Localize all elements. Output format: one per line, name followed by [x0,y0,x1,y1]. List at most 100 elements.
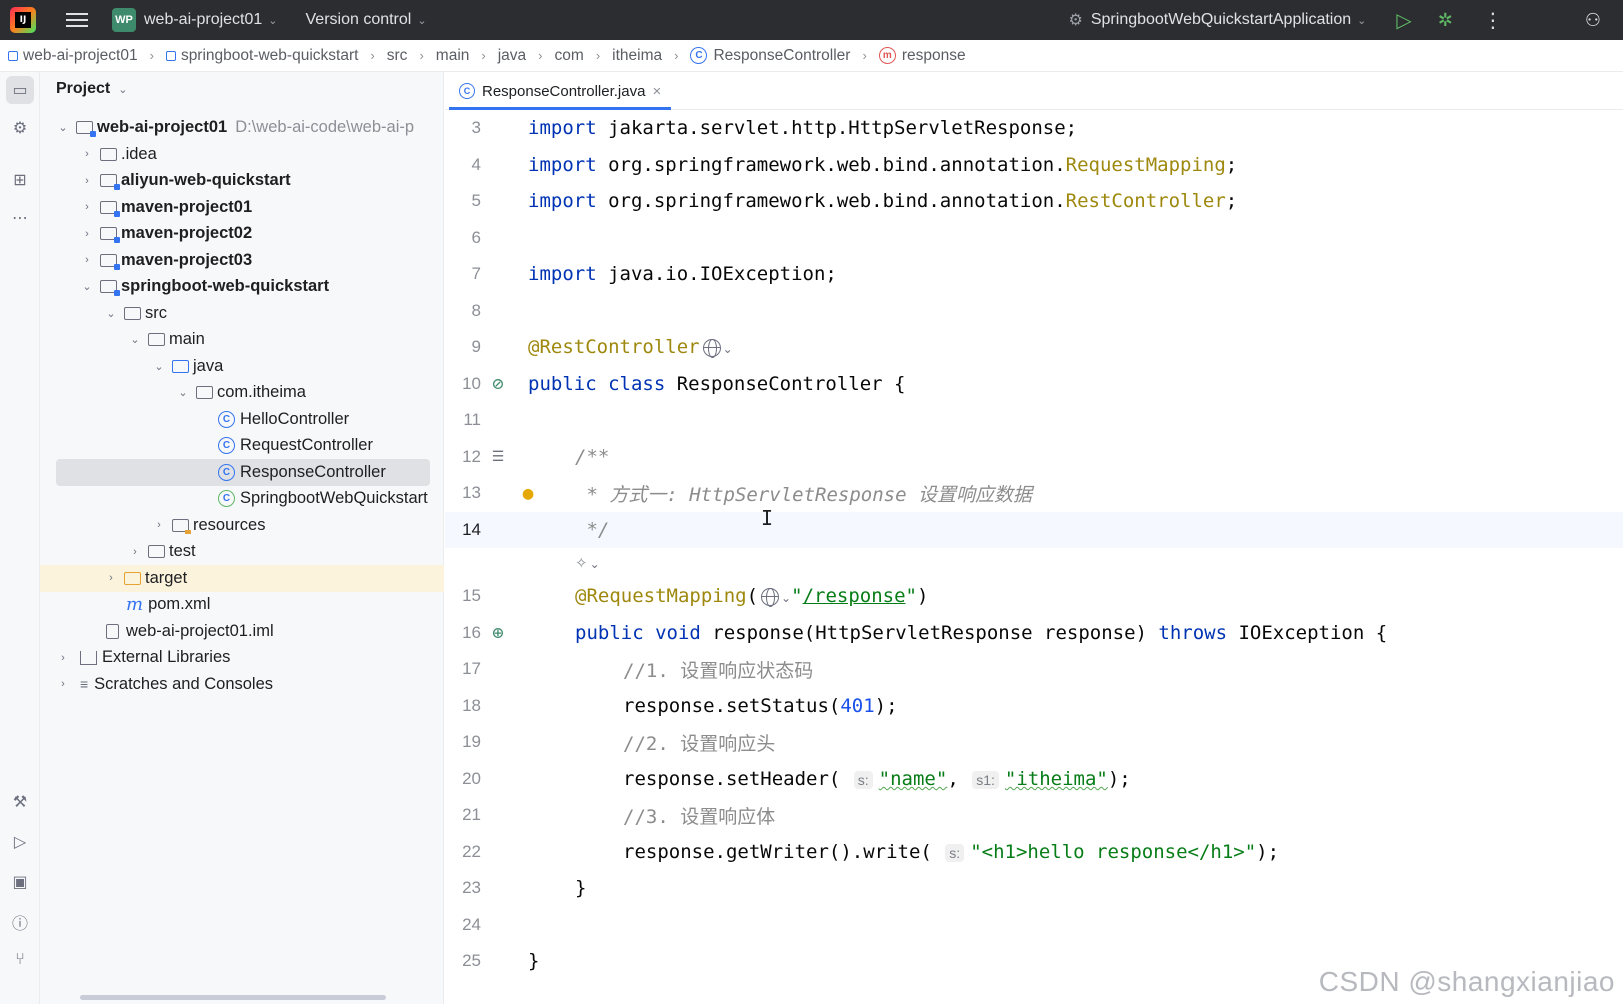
folder-icon[interactable]: ▭ [6,76,34,104]
chevron-right-icon[interactable]: › [56,652,70,664]
more-actions-icon[interactable]: ⋮ [1483,8,1503,33]
breadcrumb-item[interactable]: springboot-web-quickstart [181,47,358,65]
code-text[interactable]: response.setStatus(401); [623,695,898,717]
intellij-logo-icon[interactable]: IJ [10,7,36,33]
tree-item[interactable]: › .idea [40,141,444,168]
code-text[interactable]: response.setHeader( s: "name", s1: "itheim… [623,768,1131,790]
build-icon[interactable]: ⚒ [8,790,32,814]
code-lens-line[interactable]: ✧ ⌄ [445,548,1623,578]
code-line[interactable]: 6 [445,220,1623,257]
chevron-down-icon[interactable]: ⌄ [56,121,70,134]
code-text[interactable]: @RestController ⌄ [528,336,733,358]
code-line[interactable]: 5 import org.springframework.web.bind.an… [445,183,1623,220]
code-line[interactable]: 24 [445,907,1623,944]
settings-icon[interactable]: ⚙ [8,116,32,140]
code-text[interactable]: import java.io.IOException; [528,263,837,285]
close-icon[interactable]: × [652,83,661,100]
tree-item[interactable]: › target [40,564,444,592]
editor-tab-active[interactable]: C ResponseController.java × [449,72,671,110]
code-line[interactable]: 18 response.setStatus(401); [445,688,1623,725]
code-line[interactable]: 3 import jakarta.servlet.http.HttpServle… [445,110,1623,147]
breadcrumb-item[interactable]: response [902,47,966,65]
tree-item[interactable]: › maven-project01 [40,194,444,221]
code-line[interactable]: 7 import java.io.IOException; [445,256,1623,293]
chevron-right-icon[interactable]: › [56,678,70,690]
debug-icon[interactable]: ✲ [1438,10,1453,31]
code-line[interactable]: 22 response.getWriter().write( s: "<h1>he… [445,834,1623,871]
code-text[interactable]: response.getWriter().write( s: "<h1>hello… [623,841,1279,863]
code-line[interactable]: 8 [445,293,1623,330]
code-line[interactable]: 13 ● * 方式一: HttpServletResponse 设置响应数据 [445,475,1623,512]
code-text[interactable]: import org.springframework.web.bind.anno… [528,190,1237,212]
tree-item[interactable]: C SpringbootWebQuickstart [40,485,444,512]
code-line[interactable]: 4 import org.springframework.web.bind.an… [445,147,1623,184]
main-menu-icon[interactable] [66,13,88,27]
chevron-right-icon[interactable]: › [128,546,142,558]
endpoint-link[interactable]: /response [803,585,906,607]
ai-action-icon[interactable]: ✧ ⌄ [575,554,600,572]
code-line[interactable]: 20 response.setHeader( s: "name", s1: "ith… [445,761,1623,798]
web-endpoint-icon[interactable] [702,338,721,358]
chevron-right-icon[interactable]: › [80,201,94,213]
chevron-down-icon[interactable]: ⌄ [268,14,277,27]
render-doc-icon[interactable]: ☰ [487,446,509,468]
tree-item[interactable]: › resources [40,512,444,539]
tree-item[interactable]: › ≡ Scratches and Consoles [40,671,444,698]
web-endpoint-gutter-icon[interactable]: ⊕ [487,622,509,644]
code-text[interactable]: } [575,877,586,899]
add-user-icon[interactable]: ⚇ [1585,10,1601,31]
code-text[interactable]: } [528,950,539,972]
code-area[interactable]: 3 import jakarta.servlet.http.HttpServle… [445,110,1623,1004]
lightbulb-icon[interactable]: ● [517,482,539,504]
code-line[interactable]: 11 [445,402,1623,439]
problems-icon[interactable]: ⓘ [8,910,32,934]
tree-item[interactable]: ⌄ springboot-web-quickstart [40,273,444,300]
code-line[interactable]: 12 ☰ /** [445,439,1623,476]
chevron-down-icon[interactable]: ⌄ [80,280,94,293]
code-text[interactable]: * 方式一: HttpServletResponse 设置响应数据 [575,480,1032,507]
code-text[interactable]: //2. 设置响应头 [623,729,775,756]
chevron-down-icon[interactable]: ⌄ [118,83,127,96]
chevron-down-icon[interactable]: ⌄ [128,333,142,346]
code-text[interactable]: import org.springframework.web.bind.anno… [528,154,1237,176]
breadcrumb-item[interactable]: java [498,47,526,65]
run-configuration-selector[interactable]: SpringbootWebQuickstartApplication [1091,11,1351,29]
chevron-right-icon[interactable]: › [152,519,166,531]
services-icon[interactable]: ▷ [8,830,32,854]
tree-item[interactable]: ⌄ web-ai-project01 D:\web-ai-code\web-ai… [40,114,444,141]
tree-item[interactable]: web-ai-project01.iml [40,618,444,645]
code-line-current[interactable]: 14 */ [445,511,1623,548]
tree-item[interactable]: ⌄ src [40,300,444,327]
breadcrumb-item[interactable]: com [555,47,584,65]
tree-item[interactable]: › External Libraries [40,644,444,671]
tree-item[interactable]: ⌄ com.itheima [40,379,444,406]
code-line[interactable]: 21 //3. 设置响应体 [445,797,1623,834]
chevron-down-icon[interactable]: ⌄ [104,307,118,320]
code-text[interactable]: public void response(HttpServletResponse… [575,622,1387,644]
project-switcher[interactable]: web-ai-project01 [144,11,262,29]
structure-icon[interactable]: ⊞ [8,168,32,192]
tree-item[interactable]: › aliyun-web-quickstart [40,167,444,194]
code-text[interactable]: //3. 设置响应体 [623,802,775,829]
code-line[interactable]: 16 ⊕ public void response(HttpServletRes… [445,615,1623,652]
web-endpoint-icon[interactable] [761,587,780,607]
chevron-right-icon[interactable]: › [80,254,94,266]
tree-item[interactable]: › maven-project03 [40,247,444,274]
project-badge[interactable]: WP [112,8,136,32]
code-line[interactable]: 10 ⊘ public class ResponseController { [445,366,1623,403]
terminal-icon[interactable]: ▣ [8,870,32,894]
chevron-down-icon[interactable]: ⌄ [152,360,166,373]
breadcrumb-item[interactable]: src [387,47,408,65]
code-text[interactable]: import jakarta.servlet.http.HttpServletR… [528,117,1077,139]
version-control-menu[interactable]: Version control [306,11,412,29]
spring-bean-gutter-icon[interactable]: ⊘ [487,373,509,395]
chevron-down-icon[interactable]: ⌄ [1357,14,1366,27]
chevron-right-icon[interactable]: › [80,228,94,240]
chevron-down-icon[interactable]: ⌄ [176,386,190,399]
chevron-down-icon[interactable]: ⌄ [723,342,733,356]
breadcrumb-item[interactable]: main [436,47,470,65]
run-icon[interactable]: ▷ [1396,8,1411,33]
chevron-right-icon[interactable]: › [80,148,94,160]
code-line[interactable]: 23 } [445,870,1623,907]
breadcrumb-item[interactable]: itheima [612,47,662,65]
